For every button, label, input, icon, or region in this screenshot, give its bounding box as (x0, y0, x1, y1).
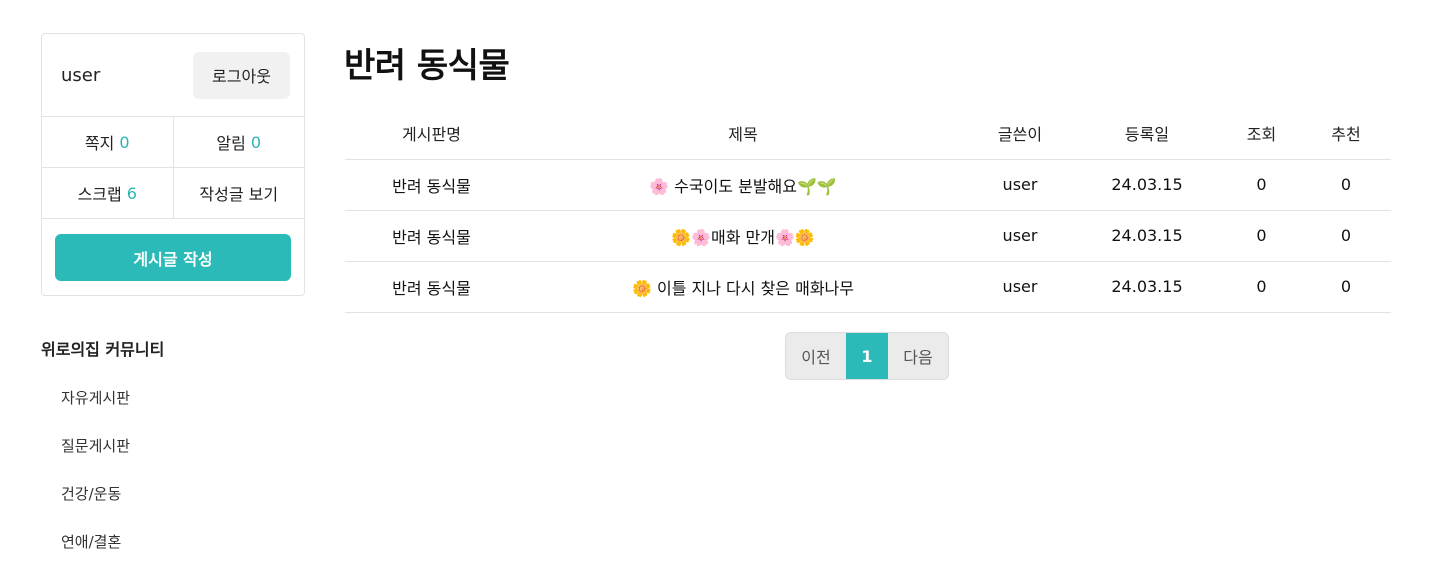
messages-link[interactable]: 쪽지 0 (42, 117, 173, 167)
nav-item-health-exercise[interactable]: 건강/운동 (61, 482, 305, 506)
prev-page-button[interactable]: 이전 (786, 333, 846, 379)
write-post-button[interactable]: 게시글 작성 (55, 234, 291, 281)
messages-label: 쪽지 (84, 134, 115, 153)
col-header-likes: 추천 (1301, 108, 1391, 160)
write-wrap: 게시글 작성 (42, 219, 304, 281)
post-table: 게시판명 제목 글쓴이 등록일 조회 추천 반려 동식물 🌸 수국이도 분발해요… (345, 108, 1391, 313)
table-row[interactable]: 반려 동식물 🌼🌸매화 만개🌸🌼 user 24.03.15 0 0 (345, 210, 1391, 262)
row-likes: 0 (1301, 261, 1391, 313)
scrap-link[interactable]: 스크랩 6 (42, 168, 173, 218)
col-header-title: 제목 (518, 108, 968, 160)
col-header-views: 조회 (1222, 108, 1301, 160)
scrap-count: 6 (126, 183, 137, 203)
row-title-link[interactable]: 🌸 수국이도 분발해요🌱🌱 (518, 159, 968, 211)
row-likes: 0 (1301, 210, 1391, 262)
row-views: 0 (1222, 159, 1301, 211)
community-title: 위로의집 커뮤니티 (41, 340, 165, 359)
community-nav: 위로의집 커뮤니티 자유게시판 질문게시판 건강/운동 연애/결혼 (41, 338, 305, 554)
row-author: user (968, 210, 1072, 262)
alerts-link[interactable]: 알림 0 (172, 117, 305, 167)
alerts-label: 알림 (216, 134, 246, 153)
row-date: 24.03.15 (1072, 261, 1222, 313)
pagination: 이전 1 다음 (785, 332, 949, 380)
col-header-date: 등록일 (1072, 108, 1222, 160)
table-row[interactable]: 반려 동식물 🌸 수국이도 분발해요🌱🌱 user 24.03.15 0 0 (345, 159, 1391, 211)
table-header-row: 게시판명 제목 글쓴이 등록일 조회 추천 (345, 108, 1391, 160)
row-board-name: 반려 동식물 (345, 261, 518, 313)
row-board-name: 반려 동식물 (345, 159, 518, 211)
nav-item-question-board[interactable]: 질문게시판 (61, 434, 305, 458)
row-board-name: 반려 동식물 (345, 210, 518, 262)
col-header-board: 게시판명 (345, 108, 518, 160)
current-page-button[interactable]: 1 (846, 333, 888, 379)
logout-button[interactable]: 로그아웃 (193, 51, 290, 99)
my-posts-link[interactable]: 작성글 보기 (172, 168, 305, 218)
row-date: 24.03.15 (1072, 210, 1222, 262)
nav-item-dating-marriage[interactable]: 연애/결혼 (61, 530, 305, 554)
page-title: 반려 동식물 (344, 46, 510, 86)
row-likes: 0 (1301, 159, 1391, 211)
row-date: 24.03.15 (1072, 159, 1222, 211)
my-posts-label: 작성글 보기 (199, 185, 279, 204)
row-title-link[interactable]: 🌼🌸매화 만개🌸🌼 (518, 210, 968, 262)
row-views: 0 (1222, 261, 1301, 313)
next-page-button[interactable]: 다음 (888, 333, 948, 379)
row-views: 0 (1222, 210, 1301, 262)
user-panel: user 로그아웃 쪽지 0 알림 0 스크랩 6 작성글 보기 게시글 작성 (41, 33, 305, 296)
col-header-author: 글쓴이 (968, 108, 1072, 160)
stat-row-1: 쪽지 0 알림 0 (42, 117, 304, 168)
user-row: user 로그아웃 (42, 34, 304, 117)
row-author: user (968, 159, 1072, 211)
table-row[interactable]: 반려 동식물 🌼 이틀 지나 다시 찾은 매화나무 user 24.03.15 … (345, 261, 1391, 313)
username: user (61, 64, 101, 86)
scrap-label: 스크랩 (77, 185, 122, 204)
nav-item-free-board[interactable]: 자유게시판 (61, 386, 305, 410)
messages-count: 0 (119, 132, 130, 152)
row-title-link[interactable]: 🌼 이틀 지나 다시 찾은 매화나무 (518, 261, 968, 313)
alerts-count: 0 (250, 132, 262, 152)
row-author: user (968, 261, 1072, 313)
stat-row-2: 스크랩 6 작성글 보기 (42, 168, 304, 219)
